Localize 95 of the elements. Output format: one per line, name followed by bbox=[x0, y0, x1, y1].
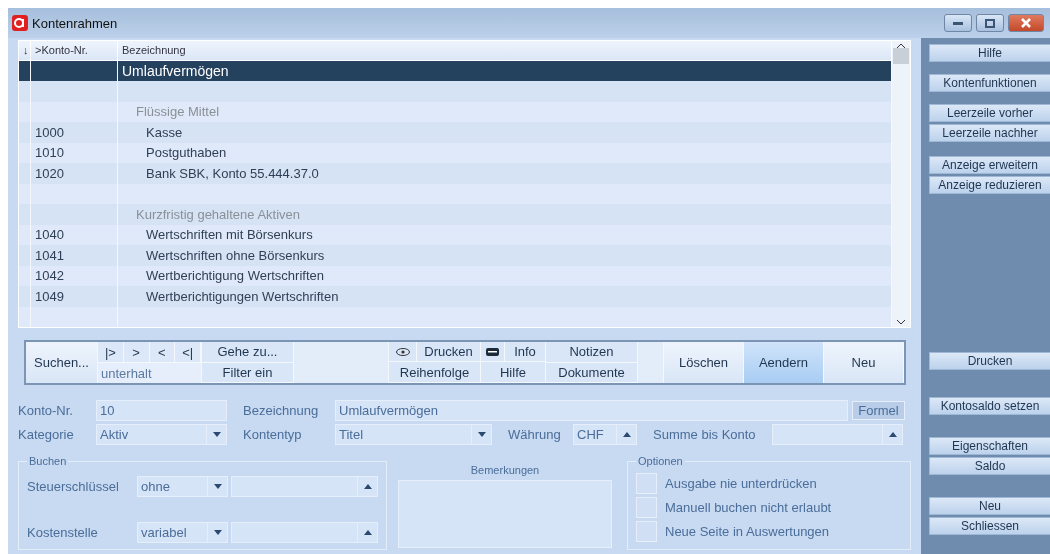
table-row[interactable]: 1042 Wertberichtigung Wertschriften bbox=[19, 265, 892, 287]
sort-column-header[interactable]: ↓ bbox=[19, 41, 31, 60]
info-button[interactable]: Info bbox=[505, 342, 545, 362]
field-label: Summe bis Konto bbox=[653, 426, 757, 442]
account-number-field[interactable]: 10 bbox=[96, 399, 227, 421]
table-row[interactable]: 1040 Wertschriften mit Börsenkurs bbox=[19, 224, 892, 246]
print-button[interactable]: Drucken bbox=[417, 342, 480, 362]
dropdown-arrow-icon bbox=[213, 483, 222, 489]
sidebar-button[interactable]: Drucken bbox=[929, 352, 1050, 370]
sidebar-button[interactable]: Saldo bbox=[929, 457, 1050, 475]
table-row[interactable]: 1049 Wertberichtigungen Wertschriften bbox=[19, 286, 892, 307]
sidebar-button[interactable]: Neu bbox=[929, 497, 1050, 515]
navigation-button[interactable]: <| bbox=[175, 342, 201, 362]
sidebar-button[interactable]: Eigenschaften bbox=[929, 437, 1050, 455]
sidebar-button[interactable]: Kontosaldo setzen bbox=[929, 397, 1050, 415]
field-label: Steuerschlüssel bbox=[27, 478, 120, 494]
maximize-button[interactable] bbox=[976, 14, 1004, 32]
dropdown-arrow-icon bbox=[213, 529, 222, 535]
app-logo-icon bbox=[12, 15, 28, 31]
dropdown-select[interactable]: variabel bbox=[137, 521, 228, 543]
column-header[interactable]: >Konto-Nr. bbox=[31, 41, 118, 60]
table-row[interactable]: 1041 Wertschriften ohne Börsenkurs bbox=[19, 245, 892, 266]
navigation-button[interactable]: < bbox=[149, 342, 176, 362]
account-type-select[interactable]: Titel bbox=[335, 423, 492, 445]
sidebar-button[interactable]: Schliessen bbox=[929, 517, 1050, 535]
maximize-icon bbox=[985, 18, 995, 28]
currency-select[interactable]: CHF bbox=[573, 423, 637, 445]
window-title: Kontenrahmen bbox=[32, 15, 119, 31]
sidebar-button[interactable]: Leerzeile vorher bbox=[929, 104, 1050, 122]
table-cell: 1020 bbox=[31, 163, 118, 184]
close-button[interactable] bbox=[1008, 14, 1044, 32]
up-arrow-icon bbox=[363, 529, 372, 535]
dropdown-select[interactable]: ohne bbox=[137, 475, 228, 497]
sidebar-button[interactable]: Kontenfunktionen bbox=[929, 74, 1050, 92]
description-field[interactable]: Umlaufvermögen bbox=[335, 399, 848, 421]
remarks-field[interactable] bbox=[398, 480, 612, 548]
field-label: Kostenstelle bbox=[27, 524, 99, 540]
up-arrow-icon bbox=[363, 483, 372, 489]
sidebar-button[interactable]: Hilfe bbox=[929, 44, 1050, 62]
field-label: Konto-Nr. bbox=[18, 402, 74, 418]
documents-button[interactable]: Dokumente bbox=[546, 362, 637, 383]
filter-button[interactable]: Filter ein bbox=[202, 362, 293, 383]
remarks-label: Bemerkungen bbox=[470, 464, 540, 476]
action-button[interactable]: Neu bbox=[824, 342, 904, 383]
search-button[interactable]: Suchen... bbox=[26, 342, 98, 383]
navigation-button[interactable]: |> bbox=[98, 342, 124, 362]
field-label: Bezeichnung bbox=[243, 402, 320, 418]
sidebar-button[interactable]: Anzeige reduzieren bbox=[929, 176, 1050, 194]
close-icon bbox=[1021, 18, 1031, 28]
table-cell: 1041 bbox=[31, 245, 118, 266]
help-button[interactable]: Hilfe bbox=[481, 362, 545, 383]
navigation-button[interactable]: > bbox=[123, 342, 150, 362]
scrollbar-thumb[interactable] bbox=[893, 48, 909, 64]
scrollbar[interactable] bbox=[892, 41, 910, 327]
table-row[interactable] bbox=[19, 183, 892, 205]
table-cell: 1049 bbox=[31, 286, 118, 307]
table-row[interactable] bbox=[19, 81, 892, 102]
action-button[interactable]: Aendern bbox=[744, 342, 824, 383]
checkbox[interactable] bbox=[636, 472, 657, 494]
notes-button[interactable]: Notizen bbox=[546, 342, 637, 363]
group-title: Buchen bbox=[28, 455, 68, 467]
checkbox-label: Neue Seite in Auswertungen bbox=[665, 523, 831, 539]
checkbox-label: Ausgabe nie unterdrücken bbox=[665, 475, 818, 491]
category-select[interactable]: Aktiv bbox=[96, 423, 227, 445]
minimize-icon bbox=[953, 21, 963, 25]
checkbox-label: Manuell buchen nicht erlaubt bbox=[665, 499, 833, 515]
minimize-button[interactable] bbox=[944, 14, 972, 32]
table-row[interactable]: 1010 Postguthaben bbox=[19, 142, 892, 164]
field-label: Kategorie bbox=[18, 426, 75, 442]
goto-button[interactable]: Gehe zu... bbox=[202, 342, 293, 363]
table-row[interactable]: 1020 Bank SBK, Konto 55.444.37.0 bbox=[19, 163, 892, 184]
printer-icon bbox=[486, 347, 499, 356]
field-label: Währung bbox=[508, 426, 562, 442]
group-title: Optionen bbox=[637, 455, 684, 467]
lookup-select[interactable] bbox=[231, 475, 378, 497]
sidebar-button[interactable]: Leerzeile nachher bbox=[929, 124, 1050, 142]
sidebar-button[interactable]: Anzeige erweitern bbox=[929, 156, 1050, 174]
field-label: Kontentyp bbox=[243, 426, 303, 442]
checkbox[interactable] bbox=[636, 520, 657, 542]
preview-button[interactable] bbox=[389, 342, 417, 362]
lookup-select[interactable] bbox=[231, 521, 378, 543]
order-button[interactable]: Reihenfolge bbox=[389, 362, 480, 383]
printer-button[interactable] bbox=[481, 342, 505, 362]
table-cell: 1000 bbox=[31, 122, 118, 143]
eye-icon bbox=[395, 347, 410, 356]
action-button[interactable]: Löschen bbox=[664, 342, 744, 383]
dropdown-arrow-icon bbox=[477, 431, 486, 437]
dropdown-arrow-icon bbox=[212, 431, 221, 437]
table-row[interactable]: 1000 Kasse bbox=[19, 122, 892, 143]
checkbox[interactable] bbox=[636, 496, 657, 518]
table-row[interactable] bbox=[19, 306, 892, 328]
sum-account-select[interactable] bbox=[772, 423, 903, 445]
up-arrow-icon bbox=[622, 431, 631, 437]
up-arrow-icon bbox=[888, 431, 897, 437]
scroll-down-icon bbox=[897, 320, 905, 325]
